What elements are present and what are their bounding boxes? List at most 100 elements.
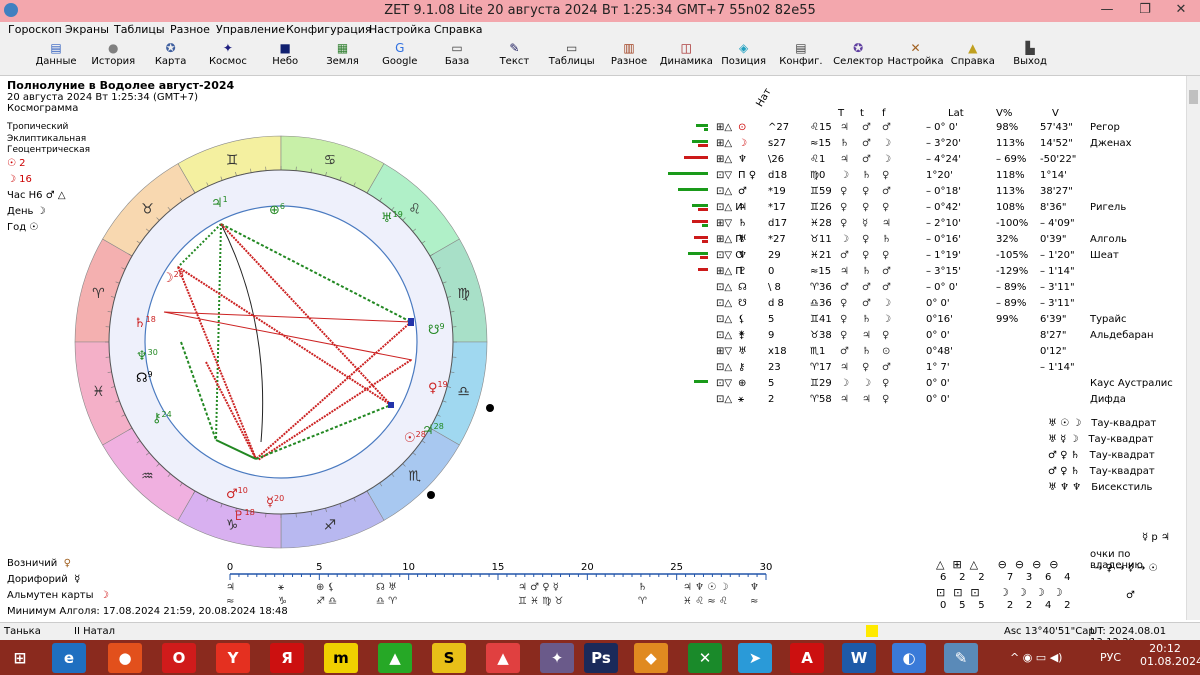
year-ruler: Год ☉ xyxy=(7,222,39,233)
menu-horoscope[interactable]: Гороскоп xyxy=(8,23,62,36)
aspect-row[interactable]: ⊞△ ☽ s27 ≈15 ♄ ♂ ☽ – 3°20' 113% 14'52" Дженах xyxy=(660,136,1180,152)
configuration-item[interactable]: ♅ ☿ ☽ Тау-квадрат xyxy=(1048,434,1153,445)
aspect-row[interactable]: ⊞▽ ♄ d17 ♓28 ♀ ☿ ♃ – 2°10' -100% – 4'09" xyxy=(660,216,1180,232)
menu-settings[interactable]: Настройка xyxy=(369,23,431,36)
configuration-item[interactable]: ♂ ♀ ♄ Тау-квадрат xyxy=(1048,466,1155,477)
toolbar-button-11[interactable]: ◫ Динамика xyxy=(658,39,714,75)
tray-icons[interactable]: ^ ◉ ▭ ◀) xyxy=(1010,651,1062,664)
horoscope-wheel[interactable]: ♈♉♊ ♋♌♍♎♏♐♑♒♓ ♃1⊕6♅19☽28♄18♆30☊9⚷24♀19☉28… xyxy=(56,122,516,582)
toolbar-button-7[interactable]: ▭ База xyxy=(429,39,485,75)
configuration-item[interactable]: ♅ ☉ ☽ Тау-квадрат xyxy=(1048,418,1156,429)
acrobat-icon[interactable]: A xyxy=(790,643,824,673)
yandex-browser-icon[interactable]: Y xyxy=(216,643,250,673)
aspect-row[interactable]: ⊡△ ⚷ 23 ♈17 ♃ ♀ ♂ 1° 7' – 1'14" xyxy=(660,360,1180,376)
toolbar-button-1[interactable]: ● История xyxy=(85,39,141,75)
aspect-row[interactable]: ⊡△ ⚵ 9 ♉38 ♀ ♃ ♀ 0° 0' 8'27" Альдебаран xyxy=(660,328,1180,344)
aspect-cell-c: *19 xyxy=(768,186,786,197)
scroll-thumb[interactable] xyxy=(1189,90,1198,104)
app-diamond-icon[interactable]: ◆ xyxy=(634,643,668,673)
maximize-button[interactable]: ❐ xyxy=(1126,0,1164,22)
close-button[interactable]: ✕ xyxy=(1162,0,1200,22)
almuten-label: Альмутен карты xyxy=(7,590,94,601)
aspect-cell-d: ♈17 xyxy=(810,362,832,373)
toolbar-button-2[interactable]: ✪ Карта xyxy=(143,39,199,75)
zet-icon[interactable]: ◐ xyxy=(892,643,926,673)
aspect-row[interactable]: ⊞△ ⊙ ^27 ♌15 ♃ ♂ ♂ – 0° 0' 98% 57'43" Регор xyxy=(660,120,1180,136)
menu-screens[interactable]: Экраны xyxy=(65,23,109,36)
menu-help[interactable]: Справка xyxy=(434,23,482,36)
menu-tables[interactable]: Таблицы xyxy=(114,23,165,36)
menu-control[interactable]: Управление xyxy=(216,23,285,36)
aspect-row[interactable]: ⊞△ П ♅ *27 ♉11 ☽ ♀ ♄ – 0°16' 32% 0'39" Алголь xyxy=(660,232,1180,248)
telegram-icon[interactable]: ➤ xyxy=(738,643,772,673)
configuration-item[interactable]: ♅ ♆ ♆ Бисекстиль xyxy=(1048,482,1152,493)
toolbar-button-5[interactable]: ▦ Земля xyxy=(315,39,371,75)
aspect-row[interactable]: ⊡△ ☊ \ 8 ♈36 ♂ ♂ ♂ – 0° 0' – 89% – 3'11" xyxy=(660,280,1180,296)
toolbar-button-13[interactable]: ▤ Конфиг. xyxy=(773,39,829,75)
toolbar-button-10[interactable]: ▥ Разное xyxy=(601,39,657,75)
aspect-cell-b: ⚷ xyxy=(738,362,746,373)
app-magic-icon[interactable]: ✦ xyxy=(540,643,574,673)
toolbar-button-17[interactable]: ▙ Выход xyxy=(1002,39,1058,75)
aspect-row[interactable]: ⊡△ И ♃ *17 ♊26 ♀ ♀ ♀ – 0°42' 108% 8'36" Ригель xyxy=(660,200,1180,216)
app-angular-icon[interactable]: ▲ xyxy=(486,643,520,673)
aspect-cell-c: d17 xyxy=(768,218,788,229)
header-f: f xyxy=(882,108,886,119)
app-m-icon[interactable]: m xyxy=(324,643,358,673)
cosmos-icon: ✦ xyxy=(222,41,233,55)
toolbar-button-3[interactable]: ✦ Космос xyxy=(200,39,256,75)
firefox-icon[interactable]: ● xyxy=(108,643,142,673)
edge-icon[interactable]: e xyxy=(52,643,86,673)
aspect-cell-g: ♂ xyxy=(882,122,891,133)
minimize-button[interactable]: — xyxy=(1088,0,1126,22)
configuration-item[interactable]: ♂ ♀ ♄ Тау-квадрат xyxy=(1048,450,1155,461)
language-indicator[interactable]: РУС xyxy=(1100,651,1121,664)
toolbar-button-4[interactable]: ■ Небо xyxy=(257,39,313,75)
toolbar-button-15[interactable]: ✕ Настройка xyxy=(888,39,944,75)
configuration-name: Тау-квадрат xyxy=(1088,434,1154,445)
aspect-cell-a: ⊡▽ xyxy=(716,170,733,181)
aspect-row[interactable]: ⊞△ П ♇ 0 ≈15 ♃ ♄ ♂ – 3°15' -129% – 1'14" xyxy=(660,264,1180,280)
aspect-row[interactable]: ⊡▽ П ♀ d18 ♍0 ☽ ♄ ♀ 1°20' 118% 1°14' xyxy=(660,168,1180,184)
toolbar-button-9[interactable]: ▭ Таблицы xyxy=(544,39,600,75)
aspect-cell-b: ⚵ xyxy=(738,330,746,341)
mc-marker xyxy=(427,491,435,499)
photoshop-icon[interactable]: Ps xyxy=(584,643,618,673)
clock[interactable]: 20:12 01.08.2024 xyxy=(1140,642,1200,668)
aspect-cell-c: *17 xyxy=(768,202,786,213)
toolbar-button-8[interactable]: ✎ Текст xyxy=(486,39,542,75)
opera-icon[interactable]: O xyxy=(162,643,196,673)
aspect-cell-vv: 14'52" xyxy=(1040,138,1073,149)
aspect-row[interactable]: ⊡△ ♂ *19 ♊59 ♀ ♀ ♂ – 0°18' 113% 38'27" xyxy=(660,184,1180,200)
aspect-cell-g: ♀ xyxy=(882,330,890,341)
aspect-row[interactable]: ⊡△ ☋ d 8 ♎36 ♀ ♂ ☽ 0° 0' – 89% – 3'11" xyxy=(660,296,1180,312)
toolbar-button-6[interactable]: G Google xyxy=(372,39,428,75)
app-s-icon[interactable]: S xyxy=(432,643,466,673)
menu-configuration[interactable]: Конфигурация xyxy=(286,23,372,36)
toolbar-button-14[interactable]: ✪ Селектор xyxy=(830,39,886,75)
aspect-cell-c: 5 xyxy=(768,378,775,389)
app-building-icon[interactable]: ▲ xyxy=(378,643,412,673)
aspect-cell-vv: 38'27" xyxy=(1040,186,1073,197)
yandex-icon[interactable]: Я xyxy=(270,643,304,673)
app-green-icon[interactable]: ✕ xyxy=(688,643,722,673)
header-v-percent: V% xyxy=(996,108,1013,119)
word-icon[interactable]: W xyxy=(842,643,876,673)
menu-misc[interactable]: Разное xyxy=(170,23,210,36)
paint-icon[interactable]: ✎ xyxy=(944,643,978,673)
aspect-row[interactable]: ⊡▽ О ♆ 29 ♓21 ♂ ♀ ♀ – 1°19' -105% – 1'20" Шеат xyxy=(660,248,1180,264)
aspect-row[interactable]: ⊡▽ ⊕ 5 ♊29 ☽ ☽ ♀ 0° 0' Каус Аустралис xyxy=(660,376,1180,392)
start-button[interactable]: ⊞ xyxy=(3,643,37,673)
aspect-row[interactable]: ⊡△ ⚸ 5 ♊41 ♀ ♄ ☽ 0°16' 99% 6'39" Турайс xyxy=(660,312,1180,328)
aspect-cell-e: ♀ xyxy=(840,314,848,325)
tools-icon: ✕ xyxy=(910,41,921,55)
aspect-row[interactable]: ⊞△ ♆ \26 ♌1 ♃ ♂ ☽ – 4°24' – 69% -50'22" xyxy=(660,152,1180,168)
aspect-row[interactable]: ⊞▽ ♅ x18 ♏1 ♂ ♄ ⊙ 0°48' 0'12" xyxy=(660,344,1180,360)
vertical-scrollbar[interactable] xyxy=(1186,76,1200,620)
toolbar-button-0[interactable]: ▤ Данные xyxy=(28,39,84,75)
aspect-row[interactable]: ⊡△ ⚹ 2 ♈58 ♃ ♃ ♀ 0° 0' Дифда xyxy=(660,392,1180,408)
aspect-cell-lat: 0° 0' xyxy=(926,298,950,309)
toolbar-button-12[interactable]: ◈ Позиция xyxy=(716,39,772,75)
toolbar-button-16[interactable]: ▲ Справка xyxy=(945,39,1001,75)
aspect-cell-v: 98% xyxy=(996,122,1019,133)
